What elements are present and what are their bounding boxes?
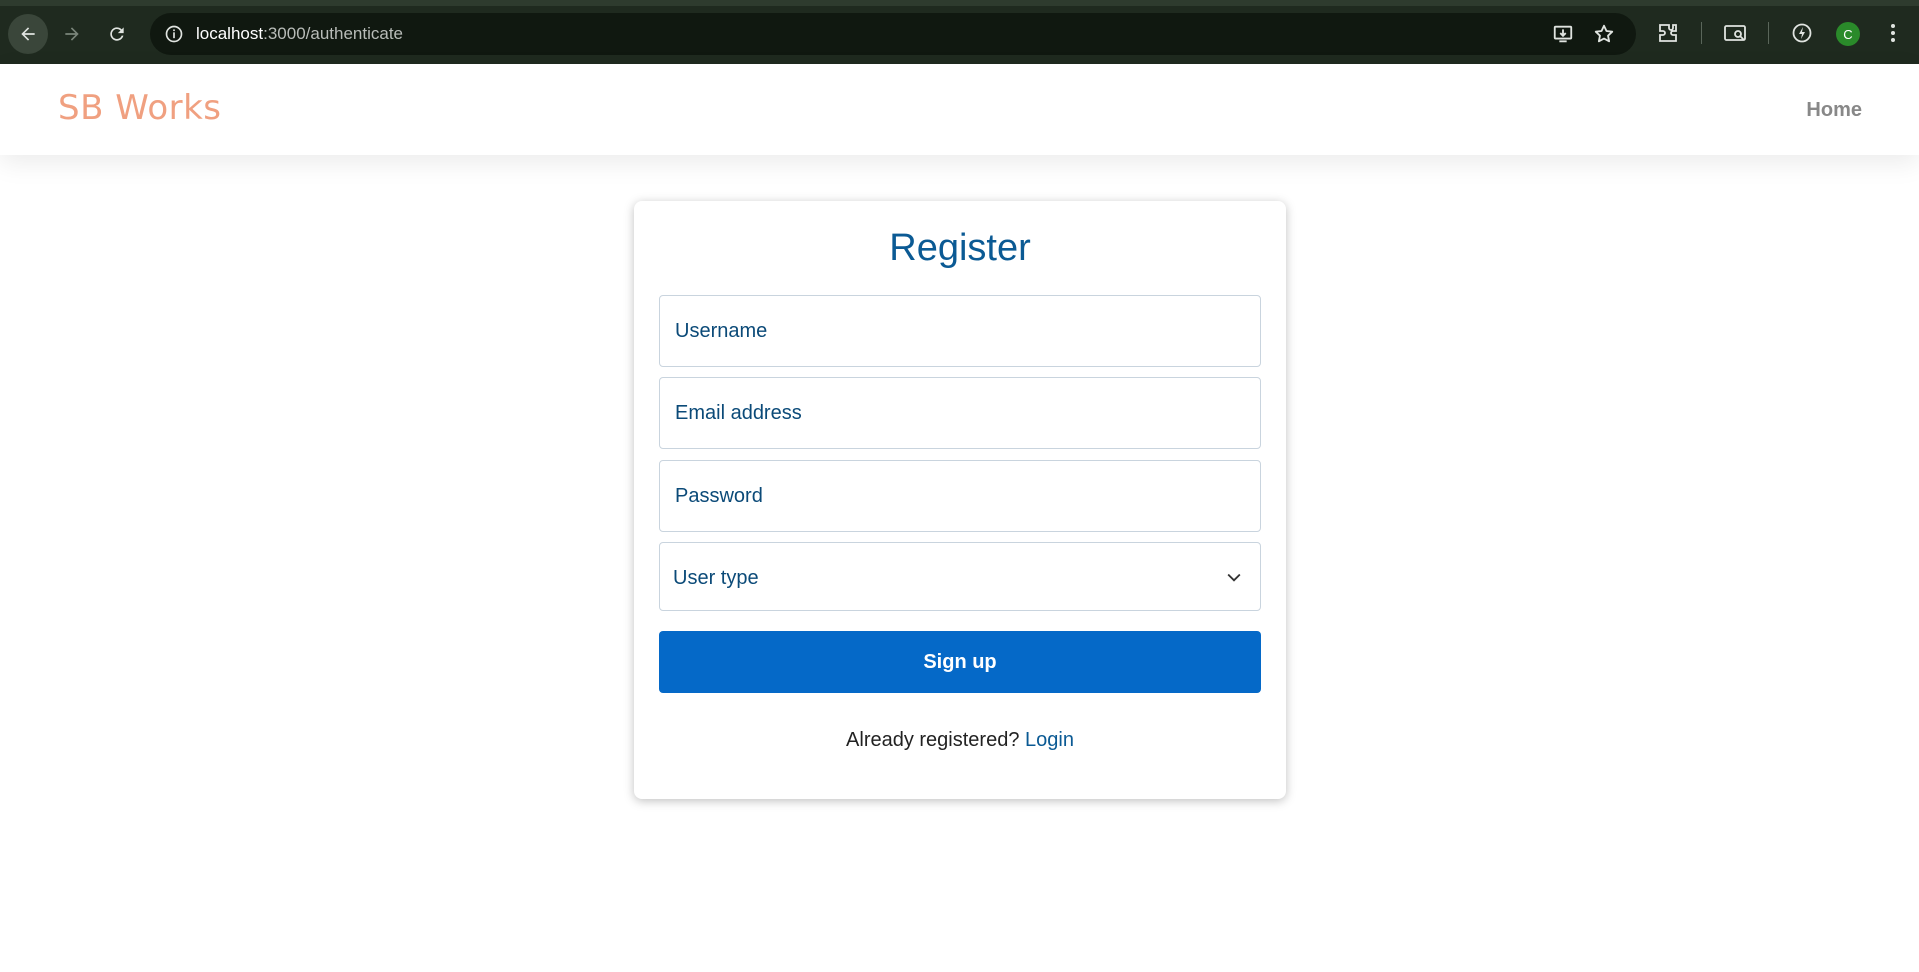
chevron-down-icon: [1227, 573, 1241, 582]
user-type-select[interactable]: User type: [659, 542, 1261, 611]
back-button[interactable]: [8, 14, 48, 54]
info-icon[interactable]: [164, 24, 184, 44]
back-arrow-icon: [21, 27, 35, 41]
url-text[interactable]: localhost:3000/authenticate: [196, 24, 403, 44]
address-bar[interactable]: localhost:3000/authenticate: [150, 13, 1636, 55]
password-field[interactable]: [659, 460, 1261, 532]
browser-toolbar: localhost:3000/authenticate C: [0, 0, 1919, 64]
forward-arrow-icon: [65, 27, 79, 41]
tab-search-icon[interactable]: [1723, 21, 1747, 45]
reload-icon: [110, 27, 124, 41]
nav-home-link[interactable]: Home: [1806, 99, 1862, 122]
email-input[interactable]: [660, 378, 1260, 448]
reload-button[interactable]: [97, 14, 137, 54]
already-registered-text: Already registered? Login: [634, 729, 1286, 752]
toolbar-separator: [1701, 22, 1702, 44]
signup-button[interactable]: Sign up: [659, 631, 1261, 693]
extensions-icon[interactable]: [1656, 21, 1680, 45]
register-title: Register: [889, 227, 1031, 269]
login-link[interactable]: Login: [1025, 729, 1074, 751]
site-navbar: SB Works Home: [0, 64, 1919, 155]
register-card: Register User type Sign up Already regis…: [634, 201, 1286, 799]
star-icon[interactable]: [1593, 23, 1615, 45]
username-field[interactable]: [659, 295, 1261, 367]
profile-avatar[interactable]: C: [1836, 22, 1860, 46]
install-icon[interactable]: [1552, 23, 1574, 45]
toolbar-separator: [1768, 22, 1769, 44]
password-input[interactable]: [660, 461, 1260, 531]
email-field[interactable]: [659, 377, 1261, 449]
already-registered-label: Already registered?: [846, 729, 1020, 751]
url-host: localhost: [196, 24, 264, 43]
username-input[interactable]: [660, 296, 1260, 366]
url-path: :3000/authenticate: [263, 24, 404, 43]
more-vert-icon[interactable]: [1881, 21, 1905, 45]
forward-button[interactable]: [52, 14, 92, 54]
brand-logo[interactable]: SB Works: [58, 88, 222, 128]
performance-icon[interactable]: [1790, 21, 1814, 45]
user-type-value: User type: [673, 567, 759, 589]
page-viewport: SB Works Home Register User type Sign up…: [0, 64, 1919, 972]
tab-strip: [0, 0, 1919, 6]
